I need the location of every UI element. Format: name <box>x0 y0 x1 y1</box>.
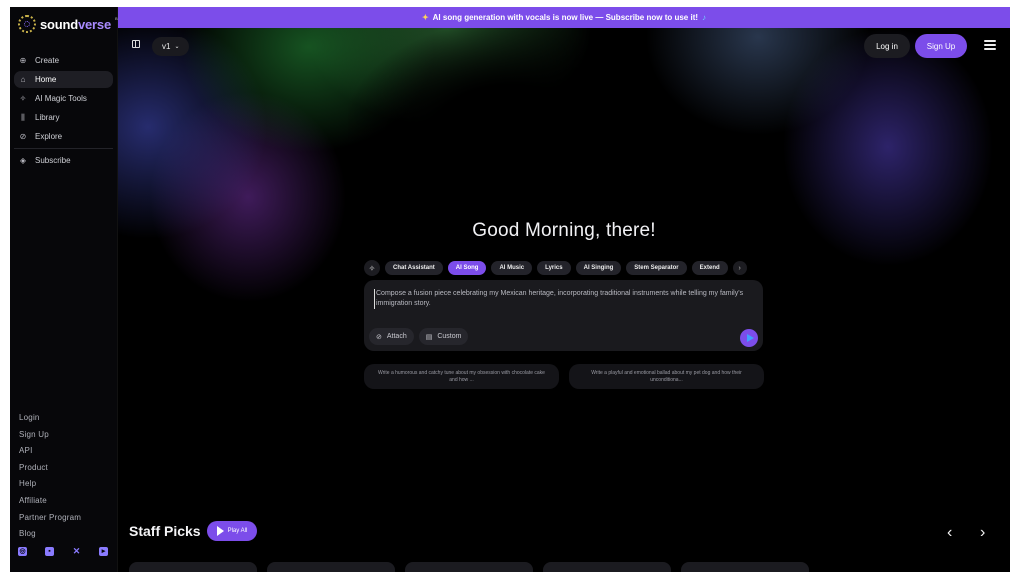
footer-link-partner-program[interactable]: Partner Program <box>19 510 81 527</box>
chevron-right-icon[interactable]: › <box>980 524 985 542</box>
sidebar-item-label: Library <box>35 113 60 122</box>
mode-extend[interactable]: Extend <box>691 261 728 275</box>
song-card[interactable] <box>543 562 671 572</box>
brand-name-part2: verse <box>78 16 111 32</box>
mode-ai-music[interactable]: AI Music <box>491 261 533 275</box>
announcement-banner[interactable]: ✦ AI song generation with vocals is now … <box>118 7 1010 28</box>
sidebar-item-label: Home <box>35 75 57 84</box>
song-card[interactable] <box>129 562 257 572</box>
attach-button[interactable]: ⊘ Attach <box>369 328 414 345</box>
home-icon: ⌂ <box>20 75 26 84</box>
banner-text: AI song generation with vocals is now li… <box>432 13 699 22</box>
sidebar: soundverse BETA ⊕ Create ⌂ Home ✧ AI Mag… <box>10 7 125 572</box>
song-card[interactable] <box>405 562 533 572</box>
suggestion-card[interactable]: Write a humorous and catchy tune about m… <box>364 364 559 389</box>
send-icon <box>746 334 754 342</box>
staff-picks-carousel <box>129 562 809 572</box>
footer-links: Login Sign Up API Product Help Affiliate… <box>19 410 81 543</box>
youtube-icon[interactable]: ▸ <box>99 547 108 556</box>
top-bar: v1 ⌄ Log in Sign Up <box>118 28 1010 64</box>
sparkle-icon: ✧ <box>19 94 27 103</box>
prompt-input[interactable]: Compose a fusion piece celebrating my Me… <box>374 289 754 309</box>
song-card[interactable] <box>267 562 395 572</box>
attach-label: Attach <box>386 333 407 340</box>
footer-link-login[interactable]: Login <box>19 410 81 427</box>
sidebar-item-label: AI Magic Tools <box>35 94 87 103</box>
mode-chips: ✧ Chat Assistant AI Song AI Music Lyrics… <box>364 260 747 276</box>
sidebar-nav: ⊕ Create ⌂ Home ✧ AI Magic Tools ⫼ Libra… <box>10 51 118 171</box>
greeting-heading: Good Morning, there! <box>472 220 656 241</box>
party-icon: ✦ <box>421 13 429 22</box>
prompt-suggestions: Write a humorous and catchy tune about m… <box>364 364 764 389</box>
sidebar-toggle-icon[interactable] <box>132 40 140 48</box>
brand-logo[interactable]: soundverse BETA <box>18 15 125 33</box>
social-links: ◎ ▪ ✕ ▸ <box>18 547 108 556</box>
sidebar-item-library[interactable]: ⫼ Library <box>14 109 113 126</box>
composer-actions: ⊘ Attach ▤ Custom <box>369 328 469 345</box>
footer-link-affiliate[interactable]: Affiliate <box>19 493 81 510</box>
custom-label: Custom <box>437 333 462 340</box>
mode-ai-song[interactable]: AI Song <box>447 261 487 275</box>
instagram-icon[interactable]: ◎ <box>18 547 27 556</box>
sidebar-item-label: Explore <box>35 132 63 141</box>
staff-picks-header: Staff Picks Play All <box>129 521 258 541</box>
sidebar-item-label: Create <box>35 56 60 65</box>
sidebar-item-subscribe[interactable]: ◈ Subscribe <box>14 152 113 169</box>
main-content: ✦ AI song generation with vocals is now … <box>118 7 1010 572</box>
app-window: soundverse BETA ⊕ Create ⌂ Home ✧ AI Mag… <box>10 7 1010 572</box>
play-all-label: Play All <box>227 528 248 534</box>
footer-link-api[interactable]: API <box>19 443 81 460</box>
chevron-left-icon[interactable]: ‹ <box>947 524 952 542</box>
diamond-icon: ◈ <box>19 156 27 165</box>
sidebar-item-home[interactable]: ⌂ Home <box>14 71 113 88</box>
footer-link-signup[interactable]: Sign Up <box>19 427 81 444</box>
library-icon: ⫼ <box>21 112 25 122</box>
logo-icon <box>18 15 36 33</box>
mode-lyrics[interactable]: Lyrics <box>537 261 571 275</box>
footer-link-blog[interactable]: Blog <box>19 526 81 543</box>
play-icon <box>216 526 224 536</box>
prompt-composer: Compose a fusion piece celebrating my Me… <box>364 280 763 351</box>
mode-stem-separator[interactable]: Stem Separator <box>626 261 687 275</box>
mode-chat-assistant[interactable]: Chat Assistant <box>385 261 443 275</box>
footer-link-help[interactable]: Help <box>19 476 81 493</box>
sidebar-item-label: Subscribe <box>35 156 71 165</box>
magic-wand-icon[interactable]: ✧ <box>364 260 380 276</box>
version-selector[interactable]: v1 ⌄ <box>152 37 190 56</box>
linkedin-icon[interactable]: ▪ <box>45 547 54 556</box>
hamburger-menu-icon[interactable] <box>984 40 996 50</box>
footer-link-product[interactable]: Product <box>19 460 81 477</box>
signup-button[interactable]: Sign Up <box>915 34 967 58</box>
nav-divider <box>14 148 113 149</box>
version-label: v1 <box>162 42 171 51</box>
chevron-down-icon: ⌄ <box>174 44 180 50</box>
paperclip-icon: ⊘ <box>376 333 382 341</box>
sidebar-item-create[interactable]: ⊕ Create <box>14 52 113 69</box>
sidebar-item-explore[interactable]: ⊘ Explore <box>14 128 113 145</box>
play-all-button[interactable]: Play All <box>206 521 258 541</box>
send-button[interactable] <box>740 329 758 347</box>
x-icon[interactable]: ✕ <box>72 547 81 556</box>
chevron-right-icon[interactable]: › <box>732 261 747 275</box>
document-icon: ▤ <box>425 333 433 341</box>
mode-ai-singing[interactable]: AI Singing <box>575 261 622 275</box>
suggestion-card[interactable]: Write a playful and emotional ballad abo… <box>569 364 764 389</box>
plus-circle-icon: ⊕ <box>19 56 27 65</box>
music-note-icon: ♪ <box>702 13 707 22</box>
brand-name: soundverse <box>40 17 111 32</box>
login-button[interactable]: Log in <box>864 34 910 58</box>
sidebar-item-ai-magic-tools[interactable]: ✧ AI Magic Tools <box>14 90 113 107</box>
compass-icon: ⊘ <box>19 132 27 141</box>
brand-name-part1: sound <box>40 16 78 32</box>
custom-button[interactable]: ▤ Custom <box>418 328 469 345</box>
staff-picks-title: Staff Picks <box>129 523 201 539</box>
song-card[interactable] <box>681 562 809 572</box>
